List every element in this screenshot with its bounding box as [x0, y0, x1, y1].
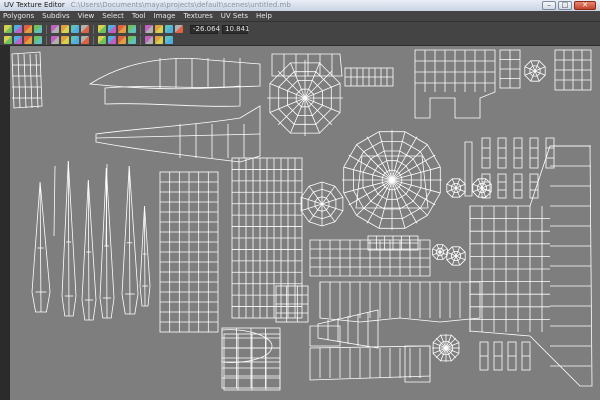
align-min-u-icon[interactable] — [24, 36, 32, 44]
align-min-v-icon[interactable] — [51, 36, 59, 44]
uv-shell-upper-sleeve — [88, 58, 261, 90]
menu-subdivs[interactable]: Subdivs — [42, 11, 70, 22]
sew-uv-icon[interactable] — [81, 25, 89, 33]
uv-shell-strap — [481, 137, 491, 169]
toolbar-separator — [140, 35, 141, 45]
toolbar-separator — [93, 24, 94, 34]
menu-uv-sets[interactable]: UV Sets — [221, 11, 248, 22]
menu-select[interactable]: Select — [102, 11, 124, 22]
toolbar-row-1 — [4, 24, 183, 34]
uv-shell-strap — [529, 137, 539, 169]
uv-shell-strap — [497, 173, 507, 199]
menu-textures[interactable]: Textures — [183, 11, 212, 22]
isolate-icon[interactable] — [118, 36, 126, 44]
image-toggle-icon[interactable] — [145, 25, 153, 33]
texture-borders-icon[interactable] — [175, 25, 183, 33]
frame-all-icon[interactable] — [128, 36, 136, 44]
v-coordinate-field[interactable]: 10.841 — [222, 25, 250, 34]
uv-viewport[interactable] — [10, 46, 600, 400]
maximize-button[interactable]: □ — [558, 1, 572, 10]
menu-polygons[interactable]: Polygons — [3, 11, 34, 22]
toolbar-separator — [46, 35, 47, 45]
toolbar-separator — [140, 24, 141, 34]
uv-shell-lower-sleeve — [95, 105, 261, 163]
menu-tool[interactable]: Tool — [132, 11, 146, 22]
shaded-uv-icon[interactable] — [165, 25, 173, 33]
toolbar-row-2 — [4, 35, 173, 45]
align-max-u-icon[interactable] — [34, 36, 42, 44]
dim-image-icon[interactable] — [155, 25, 163, 33]
uv-scale-icon[interactable] — [24, 25, 32, 33]
unfold-icon[interactable] — [98, 25, 106, 33]
uv-rotate-icon[interactable] — [34, 25, 42, 33]
left-gutter — [0, 46, 10, 400]
window-subtitle: C:\Users\Documents\maya\projects\default… — [70, 1, 291, 9]
uv-shell-strap — [545, 137, 555, 169]
rotate-cw-icon[interactable] — [14, 36, 22, 44]
close-button[interactable]: ✕ — [574, 1, 596, 10]
grid-toggle-icon[interactable] — [118, 25, 126, 33]
flip-v-icon[interactable] — [61, 25, 69, 33]
paste-uv-icon[interactable] — [165, 36, 173, 44]
window-controls: – □ ✕ — [542, 0, 596, 11]
frame-selected-icon[interactable] — [145, 36, 153, 44]
menu-image[interactable]: Image — [154, 11, 176, 22]
uv-shell-bottom-pod — [221, 329, 273, 363]
uv-toolbar: -26.064 10.841 — [0, 22, 600, 46]
uv-move-icon[interactable] — [14, 25, 22, 33]
uv-select-icon[interactable] — [4, 25, 12, 33]
flip-u-icon[interactable] — [51, 25, 59, 33]
uv-shell-strap — [513, 173, 523, 199]
minimize-button[interactable]: – — [542, 1, 556, 10]
select-border-icon[interactable] — [108, 36, 116, 44]
copy-uv-icon[interactable] — [155, 36, 163, 44]
straighten-icon[interactable] — [81, 36, 89, 44]
uv-wireframe-canvas[interactable] — [10, 46, 600, 400]
menu-help[interactable]: Help — [256, 11, 272, 22]
toolbar-separator — [46, 24, 47, 34]
rotate-ccw-icon[interactable] — [4, 36, 12, 44]
layout-icon[interactable] — [108, 25, 116, 33]
menu-view[interactable]: View — [78, 11, 95, 22]
u-coordinate-field[interactable]: -26.064 — [190, 25, 220, 34]
align-max-v-icon[interactable] — [61, 36, 69, 44]
cut-uv-icon[interactable] — [71, 25, 79, 33]
select-shell-icon[interactable] — [98, 36, 106, 44]
window-titlebar: UV Texture Editor C:\Users\Documents\may… — [0, 0, 600, 11]
snap-icon[interactable] — [128, 25, 136, 33]
uv-shell-strap — [513, 137, 523, 169]
menu-bar: Polygons Subdivs View Select Tool Image … — [0, 11, 600, 22]
uv-shell-strap — [497, 137, 507, 169]
toolbar-separator — [93, 35, 94, 45]
window-title: UV Texture Editor — [4, 1, 65, 9]
relax-icon[interactable] — [71, 36, 79, 44]
